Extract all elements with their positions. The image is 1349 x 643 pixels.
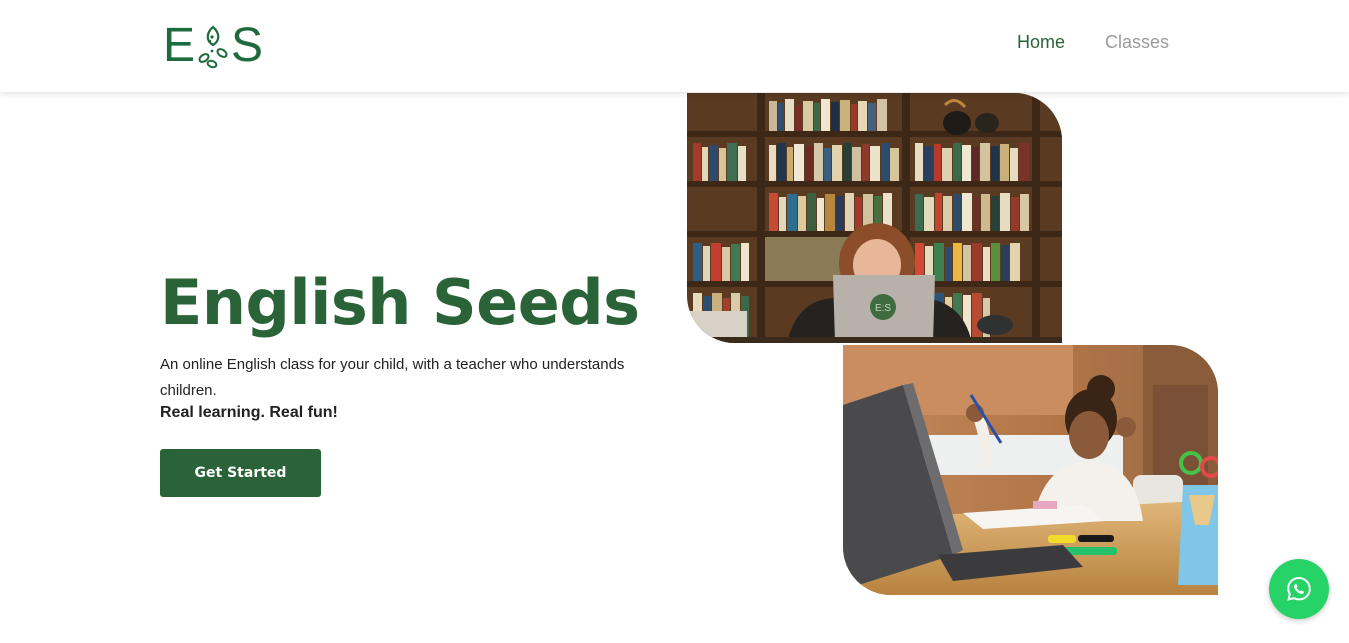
nav-home-link[interactable]: Home xyxy=(1017,32,1065,53)
get-started-button[interactable]: Get Started xyxy=(160,449,321,497)
seeds-logo-icon xyxy=(198,25,228,69)
girl-studying-laptop-bookshelf-photo: E:S xyxy=(687,93,1062,343)
site-logo[interactable]: E S xyxy=(163,22,263,70)
hero-tagline: Real learning. Real fun! xyxy=(160,404,338,421)
logo-letter-e: E xyxy=(163,19,196,72)
nav-classes-link[interactable]: Classes xyxy=(1105,32,1169,53)
laptop-logo-text: E:S xyxy=(875,303,891,314)
site-header: E S Home Classes xyxy=(0,0,1349,92)
hero-title: English Seeds xyxy=(160,266,640,339)
logo-letter-s: S xyxy=(231,19,264,72)
whatsapp-chat-button[interactable] xyxy=(1269,559,1329,619)
main-nav: Home Classes xyxy=(1017,32,1169,53)
hero-description: An online English class for your child, … xyxy=(160,356,625,399)
whatsapp-icon xyxy=(1287,576,1311,601)
girl-raising-hand-laptop-class-photo xyxy=(843,345,1218,595)
